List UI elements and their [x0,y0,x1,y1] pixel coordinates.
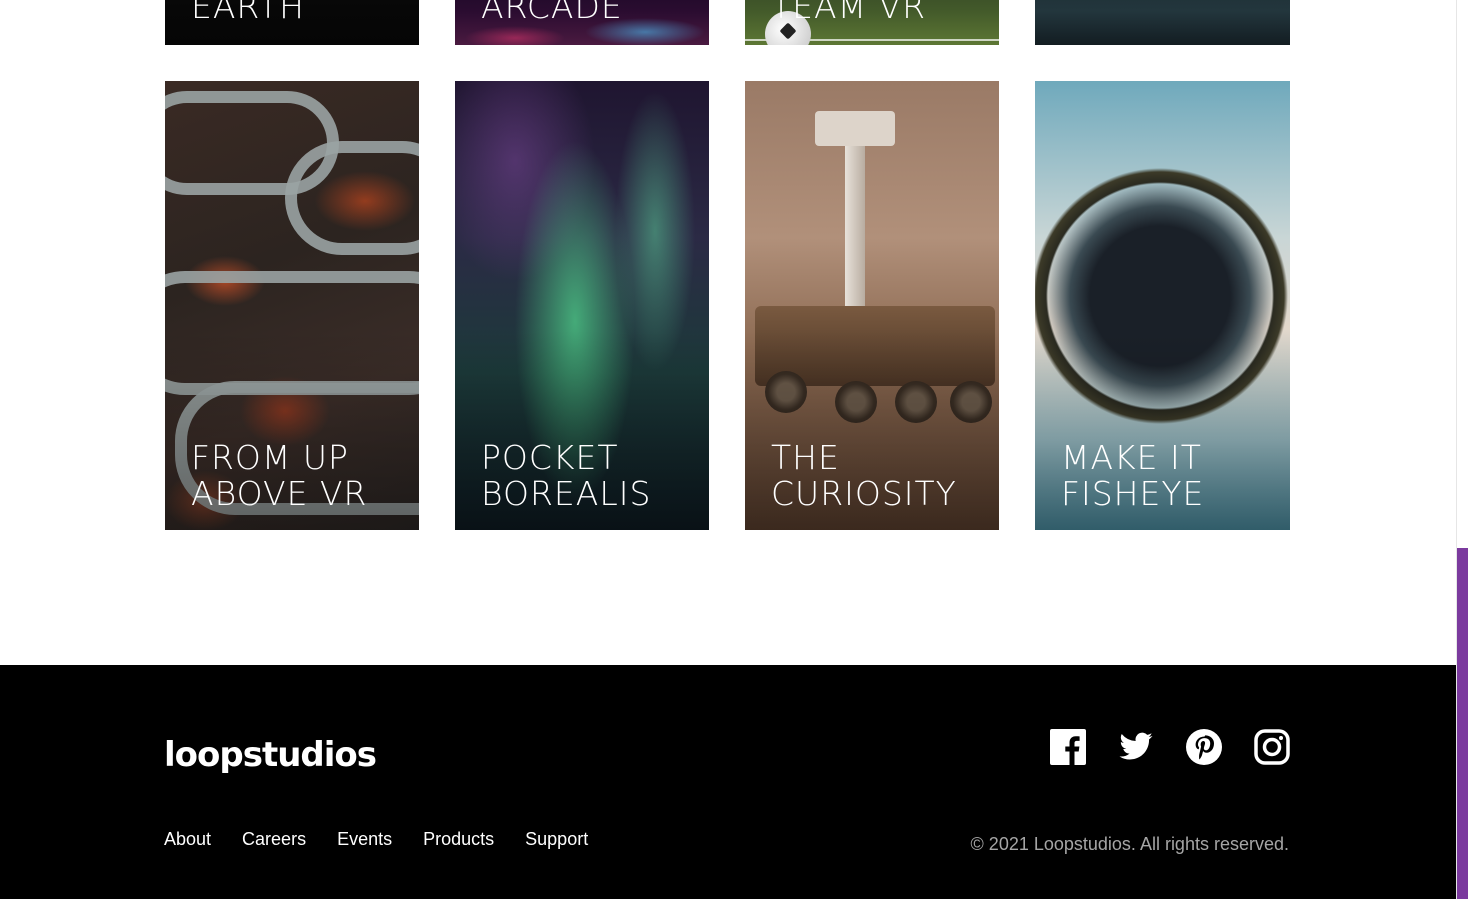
rover-mast [845,141,865,311]
footer-nav: About Careers Events Products Support [164,829,588,850]
rover-wheel [765,371,807,413]
pinterest-icon[interactable] [1186,729,1222,765]
footer-link-support[interactable]: Support [525,829,588,850]
creation-card-the-curiosity[interactable]: THE CURIOSITY [745,81,999,530]
creation-card-earth[interactable]: EARTH [165,0,419,45]
facebook-icon[interactable] [1050,729,1086,765]
creation-card-pocket-borealis[interactable]: POCKET BOREALIS [455,81,709,530]
creation-title: MAKE IT FISHEYE [1061,438,1205,513]
twitter-icon[interactable] [1118,729,1154,765]
creation-card-make-it-fisheye[interactable]: MAKE IT FISHEYE [1035,81,1290,530]
rover-body [755,306,995,386]
copyright-text: © 2021 Loopstudios. All rights reserved. [970,834,1289,854]
rover-wheel [835,381,877,423]
creation-title: EARTH [191,0,305,26]
footer-logo[interactable]: loopstudios [164,735,377,775]
footer-link-products[interactable]: Products [423,829,494,850]
creation-card-arcade[interactable]: ARCADE [455,0,709,45]
creation-title: TEAM VR [771,0,927,26]
footer-link-careers[interactable]: Careers [242,829,306,850]
instagram-icon[interactable] [1254,729,1290,765]
scrollbar-thumb[interactable] [1457,548,1468,899]
rover-wheel [895,381,937,423]
footer-link-events[interactable]: Events [337,829,392,850]
creation-title: FROM UP ABOVE VR [191,438,368,513]
footer: loopstudios About Careers Events Product… [0,665,1457,899]
road-shape [285,141,419,255]
creation-card-team-vr[interactable]: TEAM VR [745,0,999,45]
rover-wheel [950,381,992,423]
creation-title: THE CURIOSITY [771,438,957,513]
creation-title: ARCADE [481,0,623,26]
footer-link-about[interactable]: About [164,829,211,850]
social-links [1050,729,1290,765]
creation-card-from-up-above-vr[interactable]: FROM UP ABOVE VR [165,81,419,530]
creation-card-4[interactable] [1035,0,1290,45]
road-shape [165,271,419,395]
creation-title: POCKET BOREALIS [481,438,652,513]
rover-head [815,111,895,146]
page: EARTH ARCADE TEAM VR FROM UP ABOVE VR PO… [0,0,1468,899]
